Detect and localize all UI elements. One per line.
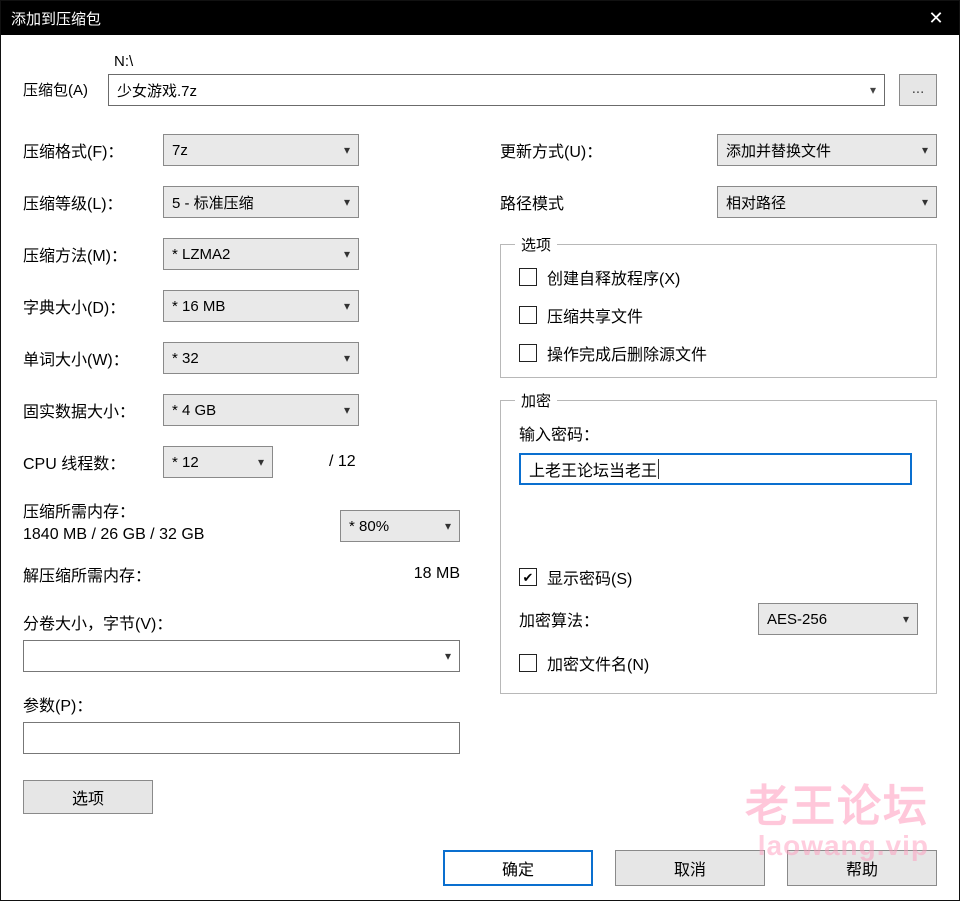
password-label: 输入密码：	[519, 421, 918, 445]
enc-method-label: 加密算法：	[519, 607, 599, 631]
dict-label: 字典大小(D)：	[23, 294, 163, 318]
cancel-button[interactable]: 取消	[615, 850, 765, 886]
browse-button[interactable]: ...	[899, 74, 937, 106]
enc-method-combo[interactable]: AES-256 ▾	[758, 603, 918, 635]
window-title: 添加到压缩包	[11, 8, 101, 29]
chevron-down-icon: ▾	[344, 195, 350, 209]
decompress-mem-value: 18 MB	[414, 565, 460, 583]
ok-button[interactable]: 确定	[443, 850, 593, 886]
show-password-label: 显示密码(S)	[547, 565, 632, 589]
chevron-down-icon: ▾	[922, 143, 928, 157]
solid-label: 固实数据大小：	[23, 398, 163, 422]
password-input[interactable]: 上老王论坛当老王	[519, 453, 912, 485]
chevron-down-icon: ▾	[344, 403, 350, 417]
method-combo[interactable]: * LZMA2 ▾	[163, 238, 359, 270]
params-label: 参数(P)：	[23, 692, 460, 716]
params-input[interactable]	[23, 722, 460, 754]
checkbox-encrypt-names[interactable]	[519, 654, 537, 672]
options-fieldset: 选项 创建自释放程序(X) 压缩共享文件 操作完成后删除源文件	[500, 244, 937, 378]
archive-name-value: 少女游戏.7z	[117, 80, 197, 101]
chevron-down-icon: ▾	[344, 143, 350, 157]
chevron-down-icon: ▾	[870, 83, 876, 97]
encryption-fieldset: 加密 输入密码： 上老王论坛当老王 显示密码(S) 加密算法： AES-256 …	[500, 400, 937, 694]
compress-mem-ratio-combo[interactable]: * 80% ▾	[340, 510, 460, 542]
method-label: 压缩方法(M)：	[23, 242, 163, 266]
volume-label: 分卷大小，字节(V)：	[23, 610, 460, 634]
chevron-down-icon: ▾	[445, 649, 451, 663]
word-label: 单词大小(W)：	[23, 346, 163, 370]
checkbox-create-sfx[interactable]	[519, 268, 537, 286]
compress-share-label: 压缩共享文件	[547, 303, 643, 327]
format-combo[interactable]: 7z ▾	[163, 134, 359, 166]
archive-path-prefix: N:\	[108, 53, 885, 70]
threads-combo[interactable]: * 12 ▾	[163, 446, 273, 478]
chevron-down-icon: ▾	[344, 247, 350, 261]
threads-total: / 12	[329, 453, 356, 471]
threads-label: CPU 线程数：	[23, 450, 163, 474]
compress-mem-value: 1840 MB / 26 GB / 32 GB	[23, 526, 204, 544]
help-button[interactable]: 帮助	[787, 850, 937, 886]
decompress-mem-label: 解压缩所需内存：	[23, 562, 151, 586]
options-button[interactable]: 选项	[23, 780, 153, 814]
volume-combo[interactable]: ▾	[23, 640, 460, 672]
dict-combo[interactable]: * 16 MB ▾	[163, 290, 359, 322]
pathmode-label: 路径模式	[500, 190, 650, 214]
chevron-down-icon: ▾	[922, 195, 928, 209]
chevron-down-icon: ▾	[445, 519, 451, 533]
options-legend: 选项	[515, 234, 557, 255]
update-combo[interactable]: 添加并替换文件 ▾	[717, 134, 937, 166]
level-combo[interactable]: 5 - 标准压缩 ▾	[163, 186, 359, 218]
encryption-legend: 加密	[515, 390, 557, 411]
chevron-down-icon: ▾	[258, 455, 264, 469]
update-label: 更新方式(U)：	[500, 138, 650, 162]
archive-label: 压缩包(A)	[23, 79, 108, 106]
solid-combo[interactable]: * 4 GB ▾	[163, 394, 359, 426]
chevron-down-icon: ▾	[344, 299, 350, 313]
encrypt-names-label: 加密文件名(N)	[547, 651, 649, 675]
compress-mem-label: 压缩所需内存：	[23, 498, 204, 522]
format-label: 压缩格式(F)：	[23, 138, 163, 162]
word-combo[interactable]: * 32 ▾	[163, 342, 359, 374]
archive-name-combo[interactable]: 少女游戏.7z ▾	[108, 74, 885, 106]
checkbox-show-password[interactable]	[519, 568, 537, 586]
create-sfx-label: 创建自释放程序(X)	[547, 265, 680, 289]
pathmode-combo[interactable]: 相对路径 ▾	[717, 186, 937, 218]
chevron-down-icon: ▾	[903, 612, 909, 626]
checkbox-delete-after[interactable]	[519, 344, 537, 362]
delete-after-label: 操作完成后删除源文件	[547, 341, 707, 365]
titlebar: 添加到压缩包 ✕	[1, 1, 959, 35]
close-icon[interactable]: ✕	[913, 1, 959, 35]
chevron-down-icon: ▾	[344, 351, 350, 365]
level-label: 压缩等级(L)：	[23, 190, 163, 214]
checkbox-compress-shared[interactable]	[519, 306, 537, 324]
